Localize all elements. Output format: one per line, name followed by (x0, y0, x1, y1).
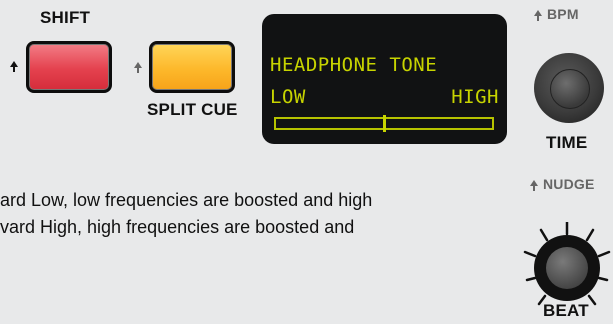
tone-balance-marker (382, 115, 386, 132)
headphone-tone-display: HEADPHONE TONE LOW HIGH (262, 14, 507, 144)
body-text-line-2: vard High, high frequencies are boosted … (0, 217, 355, 237)
body-text-line-1: ard Low, low frequencies are boosted and… (0, 190, 373, 210)
split-cue-button[interactable] (149, 41, 235, 93)
time-knob[interactable] (534, 53, 604, 123)
bpm-label: BPM (547, 6, 579, 22)
tone-balance-bar (274, 115, 494, 132)
display-low-label: LOW (270, 86, 306, 108)
beat-label: BEAT (543, 301, 589, 320)
beat-knob-cap (546, 247, 588, 289)
split-cue-label: SPLIT CUE (147, 100, 238, 119)
shift-button[interactable] (26, 41, 112, 93)
shift-label: SHIFT (40, 8, 91, 27)
display-title: HEADPHONE TONE (270, 54, 438, 76)
time-knob-cap (550, 69, 590, 109)
split-cue-arrow-icon (134, 62, 142, 73)
nudge-arrow-icon (530, 180, 538, 191)
display-high-label: HIGH (451, 86, 499, 108)
shift-arrow-icon (10, 61, 18, 72)
nudge-label: NUDGE (543, 176, 595, 192)
time-label: TIME (546, 133, 588, 152)
beat-knob[interactable] (534, 235, 600, 301)
bpm-arrow-icon (534, 10, 542, 21)
